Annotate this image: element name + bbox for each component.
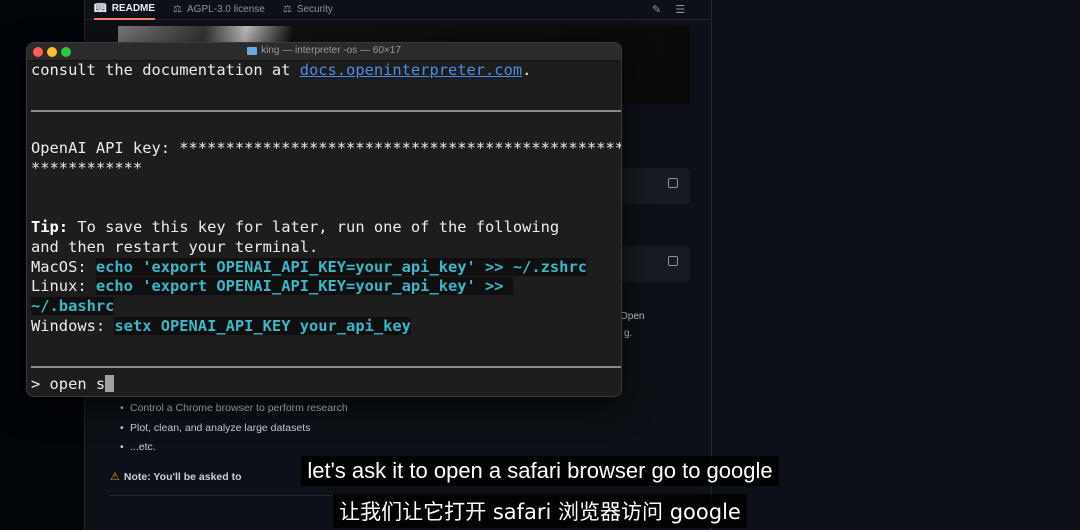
- tab-license-label: AGPL-3.0 license: [187, 4, 265, 15]
- pencil-icon[interactable]: ✎: [652, 3, 661, 16]
- terminal-window[interactable]: king — interpreter -os — 60×17 consult t…: [26, 42, 622, 397]
- list-item: Plot, clean, and analyze large datasets: [118, 422, 348, 442]
- terminal-line: consult the documentation at docs.openin…: [31, 61, 531, 81]
- book-icon: 📖︎: [94, 3, 107, 14]
- terminal-title: king — interpreter -os — 60×17: [27, 45, 621, 56]
- readme-actions: ✎ ☰: [652, 3, 685, 16]
- prompt-input[interactable]: > open s: [31, 375, 105, 393]
- subtitle-english: let's ask it to open a safari browser go…: [0, 456, 1080, 486]
- copy-icon[interactable]: [668, 178, 678, 188]
- terminal-line: OpenAI API key: ************************…: [31, 139, 622, 157]
- terminal-line: Linux: echo 'export OPENAI_API_KEY=your_…: [31, 277, 513, 297]
- terminal-line: ~/.bashrc: [31, 297, 115, 317]
- law-icon: ⚖: [282, 4, 292, 15]
- macos-command: echo 'export OPENAI_API_KEY=your_api_key…: [95, 258, 587, 276]
- linux-command: echo 'export OPENAI_API_KEY=your_api_key…: [95, 277, 513, 295]
- prompt-line[interactable]: > open s: [31, 375, 115, 395]
- tab-readme-label: README: [111, 3, 156, 14]
- linux-command-cont: ~/.bashrc: [31, 297, 115, 315]
- windows-command: setx OPENAI_API_KEY your_api_key: [114, 317, 411, 335]
- text-cursor: [105, 375, 115, 392]
- copy-icon[interactable]: [668, 256, 678, 266]
- capabilities-list: Control a Chrome browser to perform rese…: [118, 402, 348, 461]
- terminal-line: MacOS: echo 'export OPENAI_API_KEY=your_…: [31, 258, 587, 278]
- folder-icon: [247, 46, 258, 55]
- subtitle-chinese-text: 让我们让它打开 safari 浏览器访问 google: [333, 494, 747, 528]
- tab-readme[interactable]: 📖︎ README: [94, 0, 156, 20]
- terminal-line: Tip: To save this key for later, run one…: [31, 218, 559, 238]
- tip-text: To save this key for later, run one of t…: [68, 218, 560, 236]
- terminal-title-text: king — interpreter -os — 60×17: [261, 45, 401, 56]
- horizontal-rule: [31, 110, 621, 112]
- scale-icon: ⚖: [173, 4, 183, 15]
- macos-label: MacOS:: [31, 258, 96, 276]
- windows-label: Windows:: [31, 317, 115, 335]
- list-item: Control a Chrome browser to perform rese…: [118, 402, 348, 422]
- readme-text-fragment: Open: [620, 311, 645, 322]
- terminal-line: and then restart your terminal.: [31, 238, 319, 256]
- docs-prefix: consult the documentation at: [31, 61, 300, 79]
- docs-suffix: .: [522, 61, 532, 79]
- subtitle-chinese: 让我们让它打开 safari 浏览器访问 google: [0, 494, 1080, 528]
- right-area: [712, 0, 1080, 530]
- terminal-titlebar[interactable]: king — interpreter -os — 60×17: [27, 43, 621, 61]
- outline-list-icon[interactable]: ☰: [675, 3, 685, 16]
- linux-label: Linux:: [31, 277, 96, 295]
- readme-text-fragment: g.: [624, 328, 633, 339]
- docs-link[interactable]: docs.openinterpreter.com: [300, 61, 522, 79]
- tip-label: Tip:: [31, 218, 69, 236]
- tab-license[interactable]: ⚖ AGPL-3.0 license: [173, 0, 265, 20]
- tab-security-label: Security: [296, 4, 333, 15]
- repo-tabs: 📖︎ README ⚖ AGPL-3.0 license ⚖ Security: [84, 0, 712, 20]
- horizontal-rule: [31, 366, 621, 368]
- terminal-line: Windows: setx OPENAI_API_KEY your_api_ke…: [31, 317, 411, 337]
- terminal-line: ************: [31, 159, 143, 177]
- tab-security[interactable]: ⚖ Security: [283, 0, 333, 20]
- subtitle-english-text: let's ask it to open a safari browser go…: [301, 456, 779, 486]
